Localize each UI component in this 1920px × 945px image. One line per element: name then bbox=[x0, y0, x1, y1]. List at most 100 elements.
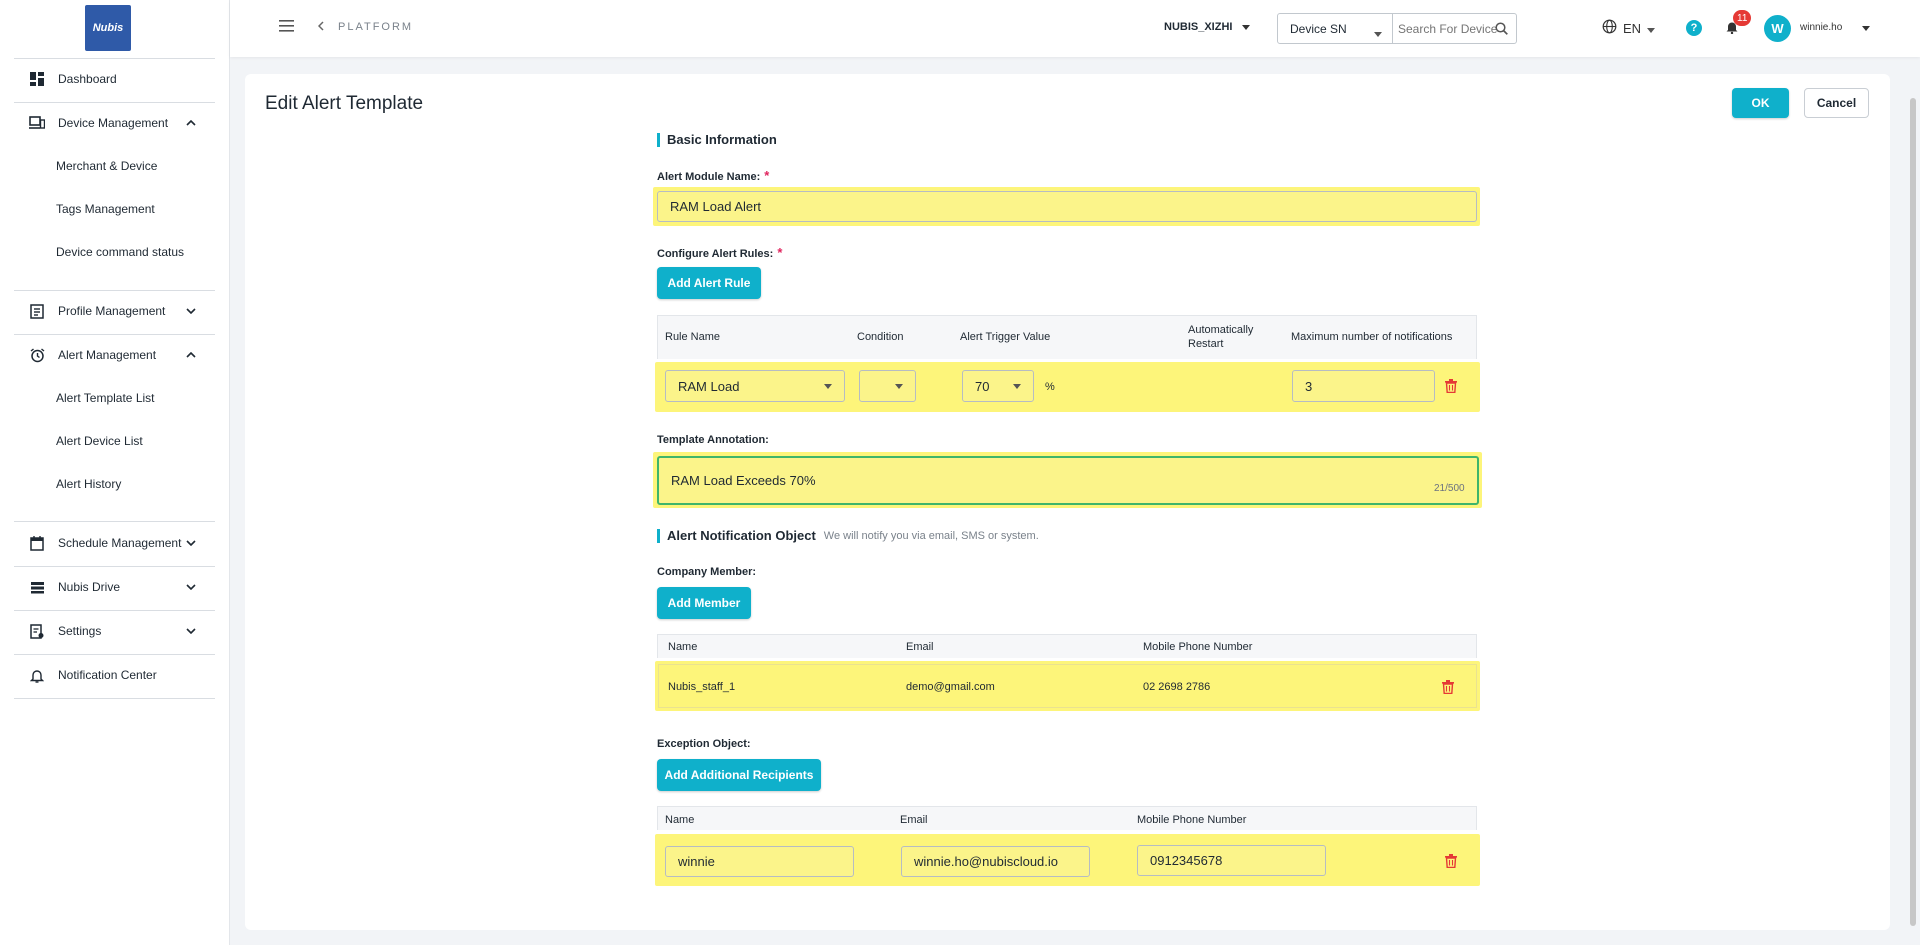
section-accent-bar bbox=[657, 132, 660, 147]
sidebar-item-profile-management[interactable]: Profile Management bbox=[14, 302, 215, 320]
template-annotation-textarea[interactable]: RAM Load Exceeds 70% bbox=[657, 456, 1479, 505]
back-chevron-icon[interactable] bbox=[318, 21, 324, 31]
chevron-up-icon bbox=[183, 347, 199, 363]
sidebar-item-merchant-device[interactable]: Merchant & Device bbox=[56, 159, 157, 173]
column-header-email: Email bbox=[900, 814, 928, 826]
sidebar-item-device-command-status[interactable]: Device command status bbox=[56, 245, 184, 259]
top-bar: PLATFORM NUBIS_XIZHI Device SN EN ? 11 W… bbox=[230, 0, 1920, 57]
delete-rule-trash-icon[interactable] bbox=[1445, 379, 1459, 394]
sidebar-divider bbox=[14, 610, 215, 611]
section-accent-bar bbox=[657, 528, 660, 543]
sidebar-item-notification-center[interactable]: Notification Center bbox=[14, 666, 215, 684]
nubis-logo[interactable]: Nubis bbox=[85, 5, 131, 51]
rule-name-select[interactable]: RAM Load bbox=[665, 370, 845, 402]
table-row bbox=[658, 664, 1477, 708]
column-header-email: Email bbox=[906, 641, 934, 653]
username[interactable]: winnie.ho bbox=[1800, 22, 1842, 33]
sidebar-divider bbox=[14, 698, 215, 699]
alert-module-name-label: Alert Module Name: * bbox=[657, 168, 769, 183]
avatar[interactable]: W bbox=[1764, 15, 1791, 42]
add-alert-rule-button[interactable]: Add Alert Rule bbox=[657, 267, 761, 299]
max-notifications-input[interactable]: 3 bbox=[1292, 370, 1435, 402]
sidebar-item-label: Schedule Management bbox=[58, 536, 182, 550]
label-text: Alert Module Name: bbox=[657, 171, 761, 183]
delete-member-trash-icon[interactable] bbox=[1442, 680, 1456, 695]
sidebar-divider bbox=[14, 566, 215, 567]
help-icon[interactable]: ? bbox=[1686, 20, 1702, 36]
column-header-phone: Mobile Phone Number bbox=[1137, 814, 1247, 826]
logo-text: Nubis bbox=[92, 22, 124, 34]
label-text: Configure Alert Rules: bbox=[657, 248, 774, 260]
section-title-text: Basic Information bbox=[667, 132, 777, 147]
sidebar-divider bbox=[14, 521, 215, 522]
search-type-select[interactable]: Device SN bbox=[1278, 14, 1393, 43]
column-header-trigger-value: Alert Trigger Value bbox=[960, 331, 1051, 343]
sidebar-item-device-management[interactable]: Device Management bbox=[14, 114, 215, 132]
sidebar-divider bbox=[14, 102, 215, 103]
hamburger-menu-icon[interactable] bbox=[279, 20, 294, 32]
sidebar-divider bbox=[14, 334, 215, 335]
sidebar-item-label: Settings bbox=[58, 624, 102, 638]
notification-hint: We will notify you via email, SMS or sys… bbox=[823, 529, 1039, 542]
alarm-clock-icon bbox=[28, 346, 46, 364]
sidebar-item-alert-template-list[interactable]: Alert Template List bbox=[56, 391, 155, 405]
calendar-icon bbox=[28, 534, 46, 552]
recipient-phone-input[interactable]: 0912345678 bbox=[1137, 845, 1326, 876]
add-additional-recipients-button[interactable]: Add Additional Recipients bbox=[657, 759, 821, 791]
company-member-label: Company Member: bbox=[657, 566, 757, 578]
member-name: Nubis_staff_1 bbox=[668, 681, 736, 693]
sidebar-item-alert-management[interactable]: Alert Management bbox=[14, 346, 215, 364]
sidebar-divider bbox=[14, 290, 215, 291]
chevron-down-icon bbox=[183, 579, 199, 595]
dashboard-icon bbox=[28, 70, 46, 88]
sidebar-item-label: Notification Center bbox=[58, 668, 157, 682]
sidebar-item-label: Dashboard bbox=[58, 72, 117, 86]
column-header-condition: Condition bbox=[857, 331, 904, 343]
member-email: demo@gmail.com bbox=[906, 681, 995, 693]
search-icon[interactable] bbox=[1495, 22, 1508, 38]
cancel-button[interactable]: Cancel bbox=[1804, 88, 1869, 118]
recipient-name-input[interactable]: winnie bbox=[665, 846, 854, 877]
trigger-value-select[interactable]: 70 bbox=[962, 370, 1034, 402]
sidebar-item-schedule-management[interactable]: Schedule Management bbox=[14, 534, 215, 552]
chevron-down-icon bbox=[183, 303, 199, 319]
language-selector[interactable]: EN bbox=[1602, 19, 1656, 37]
add-member-button[interactable]: Add Member bbox=[657, 587, 751, 619]
chevron-down-icon bbox=[183, 535, 199, 551]
org-selector[interactable]: NUBIS_XIZHI bbox=[1164, 21, 1251, 33]
sidebar-item-alert-history[interactable]: Alert History bbox=[56, 477, 121, 491]
sidebar-divider bbox=[14, 58, 215, 59]
delete-recipient-trash-icon[interactable] bbox=[1445, 854, 1459, 869]
column-header-max-notifications: Maximum number of notifications bbox=[1291, 331, 1453, 343]
breadcrumb[interactable]: PLATFORM bbox=[338, 21, 413, 33]
sidebar-item-nubis-drive[interactable]: Nubis Drive bbox=[14, 578, 215, 596]
device-icon bbox=[28, 114, 46, 132]
caret-down-icon[interactable] bbox=[1862, 26, 1870, 31]
ok-button[interactable]: OK bbox=[1732, 88, 1789, 118]
language-value: EN bbox=[1623, 20, 1642, 36]
notification-badge: 11 bbox=[1733, 10, 1752, 26]
search-input[interactable] bbox=[1398, 18, 1498, 39]
alert-module-name-input[interactable]: RAM Load Alert bbox=[657, 191, 1477, 222]
sidebar-item-dashboard[interactable]: Dashboard bbox=[14, 70, 215, 88]
configure-alert-rules-label: Configure Alert Rules: * bbox=[657, 245, 782, 260]
section-title-text: Alert Notification Object bbox=[667, 528, 816, 543]
sidebar-item-alert-device-list[interactable]: Alert Device List bbox=[56, 434, 143, 448]
sidebar-item-tags-management[interactable]: Tags Management bbox=[56, 202, 155, 216]
sidebar-item-settings[interactable]: Settings bbox=[14, 622, 215, 640]
alert-notification-object-heading: Alert Notification Object We will notify … bbox=[657, 528, 1039, 543]
device-search: Device SN bbox=[1277, 13, 1517, 44]
column-header-name: Name bbox=[668, 641, 698, 653]
condition-select[interactable] bbox=[859, 370, 916, 402]
trigger-unit: % bbox=[1045, 381, 1055, 393]
chevron-down-icon bbox=[183, 623, 199, 639]
column-header-name: Name bbox=[665, 814, 695, 826]
sidebar: Nubis Dashboard Device Management Mercha… bbox=[0, 0, 230, 945]
members-table-header bbox=[657, 634, 1477, 658]
scrollbar-thumb[interactable] bbox=[1910, 98, 1916, 926]
member-phone: 02 2698 2786 bbox=[1143, 681, 1211, 693]
recipient-email-input[interactable]: winnie.ho@nubiscloud.io bbox=[901, 846, 1090, 877]
chevron-up-icon bbox=[183, 115, 199, 131]
sidebar-item-label: Nubis Drive bbox=[58, 580, 121, 594]
bell-icon bbox=[28, 666, 46, 684]
